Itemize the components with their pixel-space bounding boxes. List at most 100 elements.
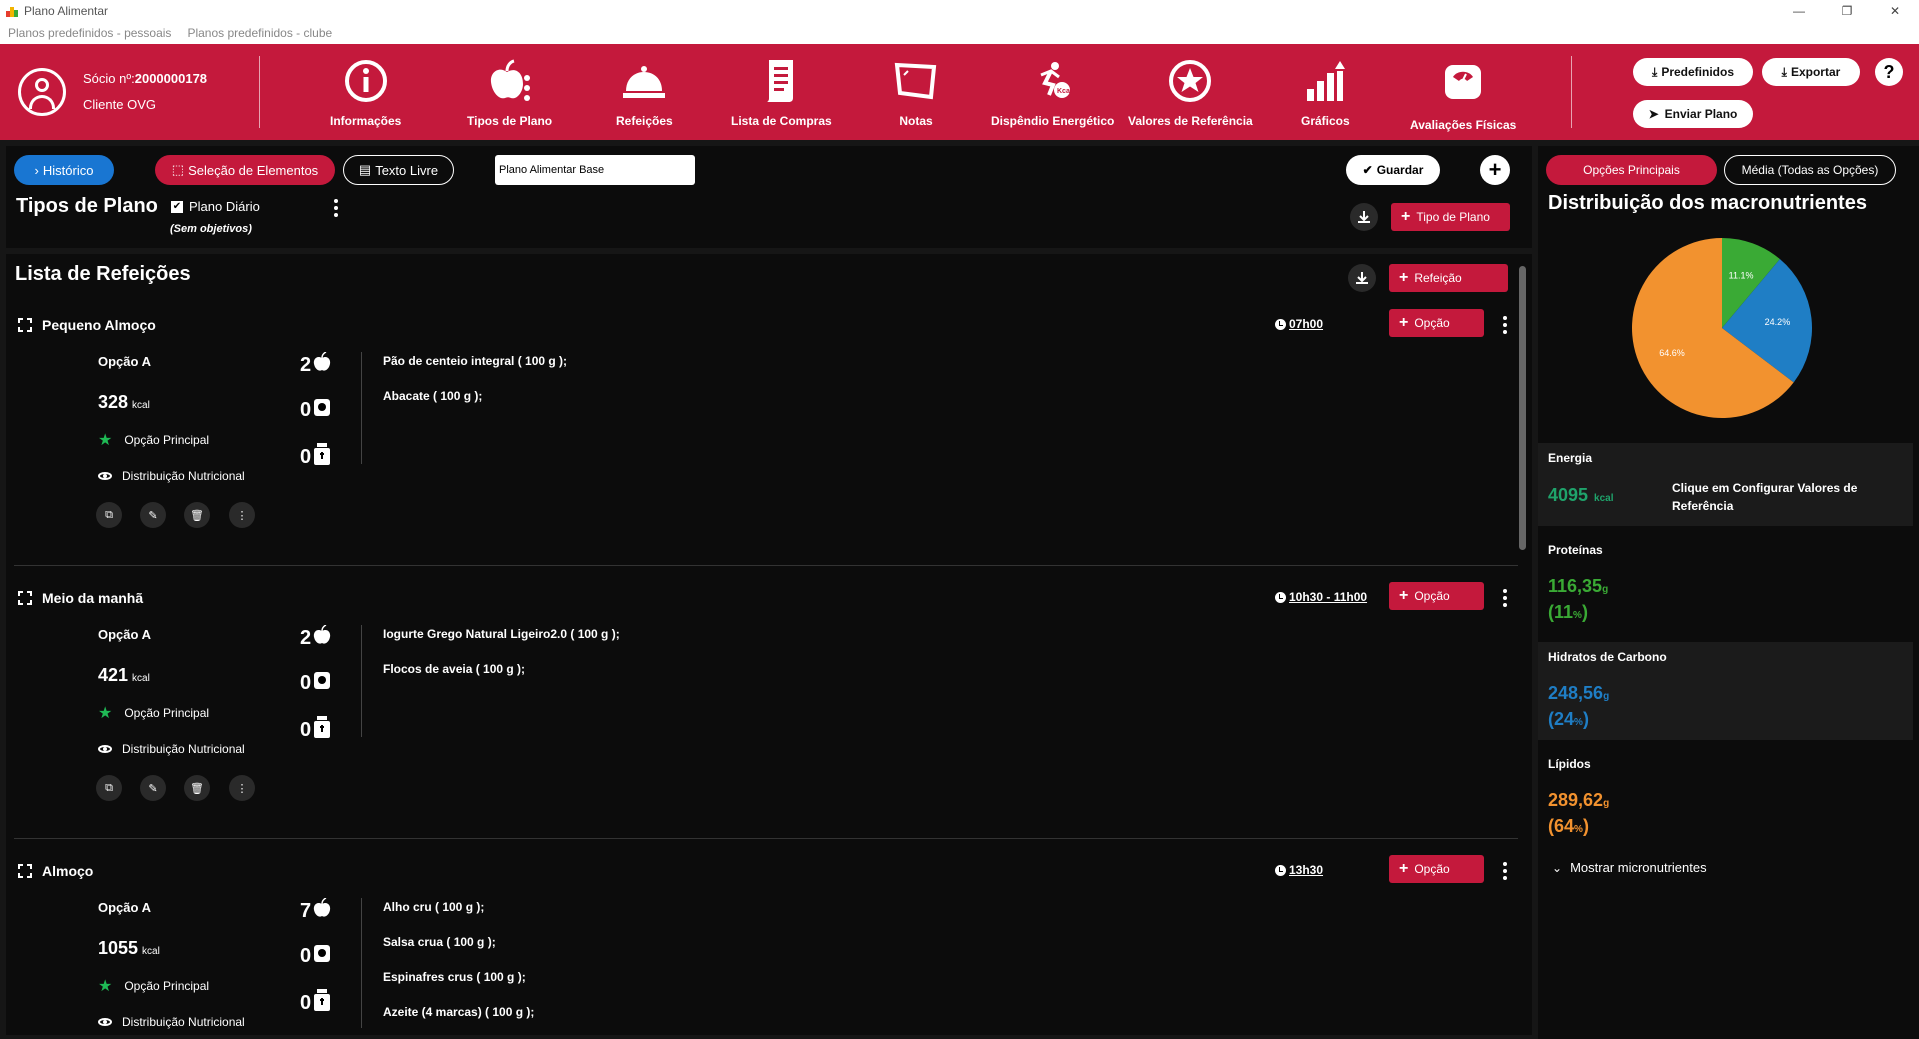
distribuicao-nutricional[interactable]: Distribuição Nutricional — [98, 742, 245, 756]
pie-label: 11.1% — [1729, 271, 1754, 281]
add-opcao-button[interactable]: + Opção — [1389, 309, 1484, 337]
close-button[interactable]: ✕ — [1871, 0, 1919, 22]
energia-label: Energia — [1548, 451, 1593, 465]
enviar-plano-button[interactable]: ➤ Enviar Plano — [1633, 100, 1753, 128]
copy-icon[interactable]: ⧉ — [96, 775, 122, 801]
lista-title: Lista de Refeições — [15, 263, 191, 285]
meal-more-icon[interactable] — [1503, 314, 1507, 335]
add-refeicao-button[interactable]: + Refeição — [1389, 264, 1508, 292]
help-button[interactable]: ? — [1875, 58, 1903, 86]
nav-valores-referencia[interactable]: Valores de Referência — [1128, 56, 1253, 128]
tab-opcoes-principais[interactable]: Opções Principais — [1546, 155, 1717, 185]
add-icon[interactable]: + — [1480, 155, 1510, 185]
checkbox-checked-icon: ✔ — [171, 200, 183, 213]
download-icon[interactable] — [1350, 203, 1378, 231]
distribuicao-nutricional[interactable]: Distribuição Nutricional — [98, 469, 245, 483]
exportar-button[interactable]: ⤓ Exportar — [1762, 58, 1860, 86]
restore-button[interactable]: ❐ — [1823, 0, 1871, 22]
nav-label: Informações — [330, 114, 402, 128]
list-scrollbar[interactable] — [1519, 266, 1526, 550]
tab-media[interactable]: Média (Todas as Opções) — [1724, 155, 1896, 185]
nav-label: Avaliações Físicas — [1410, 118, 1517, 132]
option-more-icon[interactable]: ⋮ — [229, 502, 255, 528]
opcao-principal[interactable]: ★ Opção Principal — [98, 703, 209, 723]
cursor-select-icon: ⬚ — [171, 162, 185, 177]
mostrar-micronutrientes-toggle[interactable]: ⌄ Mostrar micronutrientes — [1552, 860, 1707, 875]
nav-label: Gráficos — [1301, 114, 1350, 128]
hidratos-row: Hidratos de Carbono 248,56g (24%) — [1538, 642, 1913, 740]
plus-icon: + — [1399, 269, 1409, 286]
check-icon: ✔ — [1362, 163, 1373, 177]
app-header: Sócio nº:2000000178 Cliente OVG Informaç… — [0, 44, 1919, 140]
meal-time-link[interactable]: 07h00 — [1275, 317, 1323, 331]
fruit-count: 7 — [300, 897, 331, 924]
expand-icon — [18, 864, 32, 878]
plano-diario-checkbox[interactable]: ✔ Plano Diário — [171, 199, 260, 214]
edit-icon[interactable]: ✎ — [140, 502, 166, 528]
food-item: Flocos de aveia ( 100 g ); — [383, 662, 526, 676]
selecao-elementos-button[interactable]: ⬚ Seleção de Elementos — [155, 155, 335, 185]
plan-name-input[interactable]: Plano Alimentar Base — [495, 155, 695, 185]
meal-more-icon[interactable] — [1503, 860, 1507, 881]
nav-notas[interactable]: Notas — [894, 56, 938, 128]
nav-informacoes[interactable]: Informações — [330, 56, 401, 128]
plus-icon: + — [1399, 860, 1409, 877]
tipos-more-icon[interactable] — [334, 197, 338, 218]
nav-graficos[interactable]: Gráficos — [1301, 56, 1350, 128]
nav-tipos-de-plano[interactable]: Tipos de Plano — [467, 56, 552, 128]
milk-icon — [313, 716, 331, 744]
historico-button[interactable]: › Histórico — [14, 155, 114, 185]
star-icon: ★ — [98, 705, 113, 722]
star-icon: ★ — [98, 432, 113, 449]
meal-header[interactable]: Almoço — [18, 863, 93, 879]
add-opcao-button[interactable]: + Opção — [1389, 582, 1484, 610]
divider — [361, 898, 362, 1028]
cloche-icon — [622, 56, 666, 106]
nav-avaliacoes-fisicas[interactable]: Avaliações Físicas — [1410, 56, 1516, 132]
option-label: Opção A — [98, 900, 151, 915]
user-block[interactable]: Sócio nº:2000000178 Cliente OVG — [18, 66, 207, 118]
menu-item-pessoais[interactable]: Planos predefinidos - pessoais — [8, 26, 171, 40]
sem-objetivos-note: (Sem objetivos) — [170, 223, 252, 235]
apple-icon — [313, 897, 331, 924]
energia-value: 4095 — [1548, 485, 1589, 505]
download-icon[interactable] — [1348, 264, 1376, 292]
header-divider — [1571, 56, 1572, 128]
meal-header[interactable]: Meio da manhã — [18, 590, 143, 606]
chevron-right-icon: › — [34, 162, 39, 178]
socio-label: Sócio nº: — [83, 71, 135, 86]
distribuicao-nutricional[interactable]: Distribuição Nutricional — [98, 1015, 245, 1029]
opcao-principal[interactable]: ★ Opção Principal — [98, 430, 209, 450]
proteinas-pct: 11 — [1554, 602, 1574, 622]
divider — [361, 625, 362, 737]
opcao-principal[interactable]: ★ Opção Principal — [98, 976, 209, 996]
menu-item-clube[interactable]: Planos predefinidos - clube — [187, 26, 332, 40]
option-more-icon[interactable]: ⋮ — [229, 775, 255, 801]
runner-kcal-icon: Kcal — [1033, 56, 1073, 106]
meal-time-link[interactable]: 13h30 — [1275, 863, 1323, 877]
lipidos-label: Lípidos — [1548, 757, 1591, 771]
proteinas-row: Proteínas 116,35g (11%) — [1548, 543, 1609, 622]
trash-icon[interactable]: 🗑 — [184, 502, 210, 528]
star-badge-icon — [1168, 56, 1212, 106]
food-item: Pão de centeio integral ( 100 g ); — [383, 354, 568, 368]
add-tipo-plano-button[interactable]: + Tipo de Plano — [1391, 203, 1510, 231]
nav-dispendio[interactable]: Kcal Dispêndio Energético — [991, 56, 1114, 128]
meal-time-link[interactable]: 10h30 - 11h00 — [1275, 590, 1367, 604]
guardar-button[interactable]: ✔ Guardar — [1346, 155, 1440, 185]
copy-icon[interactable]: ⧉ — [96, 502, 122, 528]
dairy-count: 0 — [300, 989, 331, 1017]
minimize-button[interactable]: — — [1775, 0, 1823, 22]
option-kcal: 328 kcal — [98, 392, 150, 412]
nav-refeicoes[interactable]: Refeições — [616, 56, 673, 128]
meal-header[interactable]: Pequeno Almoço — [18, 317, 156, 333]
meal-more-icon[interactable] — [1503, 587, 1507, 608]
trash-icon[interactable]: 🗑 — [184, 775, 210, 801]
add-opcao-button[interactable]: + Opção — [1389, 855, 1484, 883]
edit-icon[interactable]: ✎ — [140, 775, 166, 801]
nav-lista-compras[interactable]: Lista de Compras — [731, 56, 832, 128]
apple-icon — [313, 351, 331, 378]
texto-livre-button[interactable]: ▤ Texto Livre — [343, 155, 454, 185]
predefinidos-button[interactable]: ⤓ Predefinidos — [1633, 58, 1753, 86]
vegetable-icon — [313, 943, 331, 969]
